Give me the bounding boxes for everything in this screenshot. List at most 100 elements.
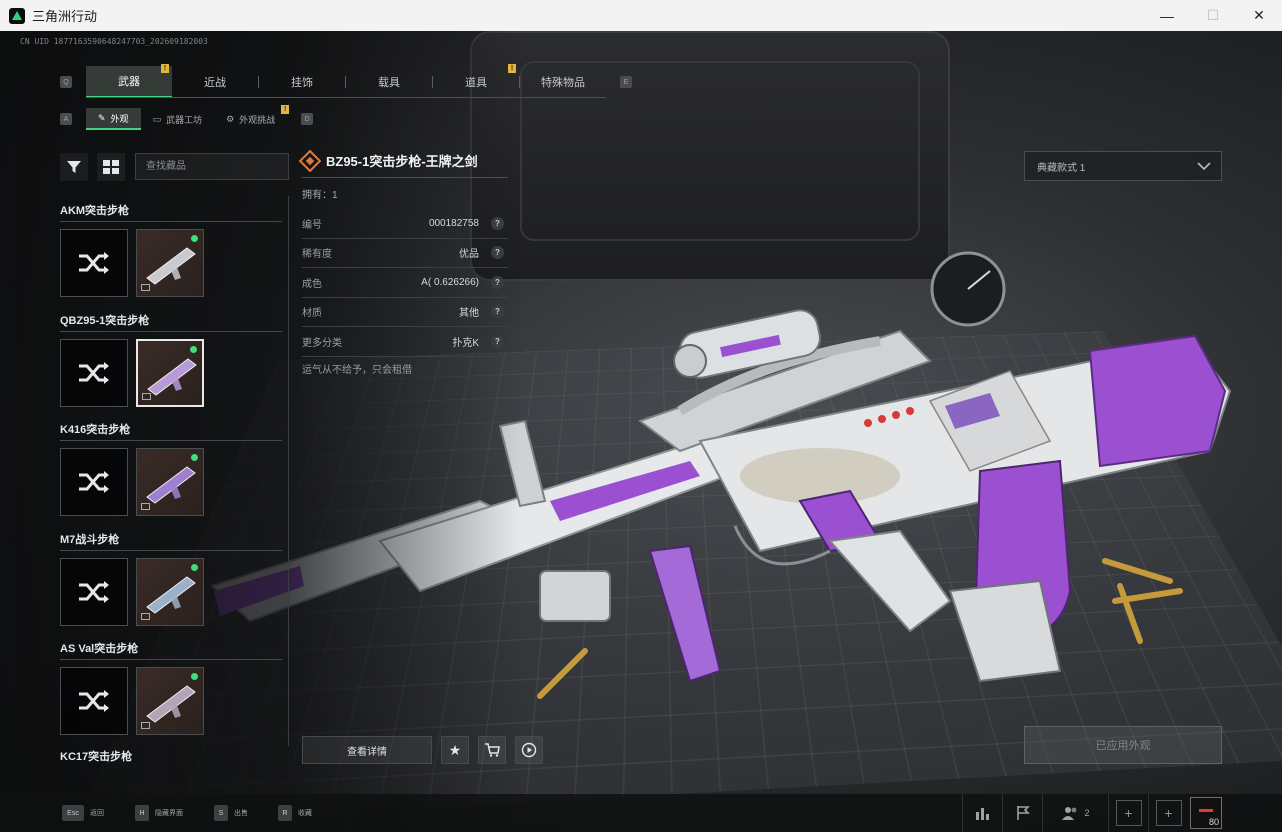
group-title: KC17突击步枪 [60,751,133,763]
help-icon[interactable]: ? [491,216,504,230]
group-title: QBZ95-1突击步枪 [60,314,150,327]
weapon-thumbnail [147,357,197,396]
random-skin-tile[interactable] [60,557,128,626]
level-bar [1199,809,1213,812]
player-level: 80 [1208,817,1219,827]
weapon-group: K416突击步枪 [60,418,282,528]
favorite-button[interactable]: ★ [441,736,469,764]
flavor-text: 运气从不给予，只会租借 [302,365,412,376]
tab-items[interactable]: 道具 ! [433,64,519,98]
skin-tile[interactable] [136,229,204,297]
close-button[interactable]: ✕ [1236,0,1282,31]
window-title: 三角洲行动 [32,9,98,24]
invite-slot-1[interactable]: + [1108,794,1148,832]
title-divider [302,177,508,178]
shuffle-icon [79,361,109,384]
chevron-down-icon [1197,162,1211,171]
help-icon[interactable]: ? [491,334,504,348]
layout-toggle-button[interactable] [97,153,125,181]
weapon-group: QBZ95-1突击步枪 [60,309,282,419]
group-title: AS Val突击步枪 [60,643,139,655]
hint-hide-ui[interactable]: H 隐藏界面 [135,805,183,821]
category-tabs: Q 武器 ! 近战 挂饰 载具 道具 ! 特殊物品 E [60,64,632,99]
random-skin-tile[interactable] [60,448,128,516]
equipped-indicator [190,345,197,353]
sub-tabs: A ✎ 外观 ▭ 武器工坊 ⚙ 外观挑战 ! D [60,105,314,131]
subtab-appearance[interactable]: ✎ 外观 [86,108,141,130]
view-details-button[interactable]: 查看详情 [302,736,432,764]
skin-tile[interactable] [136,557,204,626]
hint-sell[interactable]: S 出售 [214,805,248,821]
skin-tile[interactable] [136,667,204,735]
stats-button[interactable] [962,794,1002,832]
cart-icon [485,743,500,757]
tab-label: 挂饰 [291,77,313,89]
filter-button[interactable] [60,153,88,181]
skin-tile[interactable] [136,448,204,516]
tab-label: 道具 [465,77,487,89]
shuffle-icon [79,690,109,712]
play-icon [521,742,537,758]
weapon-list: AKM突击步枪 QBZ95-1突击步枪 K416突击步枪 M7战斗步枪 AS Val突击… [60,199,282,747]
hint-label: 收藏 [298,810,312,817]
help-icon[interactable]: ? [491,275,504,289]
style-dropdown[interactable]: 典藏款式 1 [1024,151,1222,181]
hint-back[interactable]: Esc 返回 [62,805,104,821]
tab-special-items[interactable]: 特殊物品 [520,66,606,98]
apply-appearance-button[interactable]: 已应用外观 [1024,726,1222,764]
group-divider [60,440,282,441]
owned-count: 拥有：1 [302,190,338,201]
preview-button[interactable] [515,736,543,764]
key-esc: Esc [62,805,84,821]
help-icon[interactable]: ? [491,305,504,319]
maximize-button[interactable]: ☐ [1190,0,1236,31]
tab-next-key[interactable]: E [620,76,632,88]
subtab-next-key[interactable]: D [301,113,314,125]
tab-prev-key[interactable]: Q [60,76,72,88]
filter-icon [67,161,81,173]
team-button[interactable]: 2 [1042,794,1108,832]
subtab-appearance-challenge[interactable]: ⚙ 外观挑战 ! [214,105,290,130]
random-skin-tile[interactable] [60,667,128,735]
subtab-prev-key[interactable]: A [60,113,72,125]
image-icon [141,284,150,291]
notification-badge: ! [281,105,290,114]
equipped-indicator [191,673,198,680]
team-count: 2 [1084,808,1090,818]
tabs-underline [86,97,606,98]
attribute-key: 成色 [302,278,322,290]
player-level-badge[interactable]: 80 [1190,797,1222,829]
equipped-indicator [191,454,198,461]
random-skin-tile[interactable] [60,229,128,297]
bottom-bar: Esc 返回 H 隐藏界面 S 出售 R 收藏 2 + + 80 [0,794,1282,832]
hint-collect[interactable]: R 收藏 [278,805,312,821]
tab-vehicles[interactable]: 载具 [346,66,432,98]
key-s: S [214,805,228,821]
tab-melee[interactable]: 近战 [172,66,258,98]
attribute-row: 编号 000182758? [302,209,508,239]
tab-weapons[interactable]: 武器 ! [86,64,172,98]
hint-label: 出售 [234,810,248,817]
search-input[interactable] [135,153,289,180]
subtab-weapon-workshop[interactable]: ▭ 武器工坊 [141,108,215,130]
grid-layout-icon [103,160,119,174]
shuffle-icon [79,471,109,493]
group-title: M7战斗步枪 [60,533,120,546]
flag-button[interactable] [1002,794,1042,832]
image-icon [142,392,151,400]
help-icon[interactable]: ? [491,246,504,260]
tab-charms[interactable]: 挂饰 [259,66,345,98]
hint-label: 返回 [90,810,104,817]
group-title: K416突击步枪 [60,424,131,436]
market-button[interactable] [478,736,506,764]
attribute-row: 更多分类 扑克K? [302,327,508,357]
random-skin-tile[interactable] [60,338,128,407]
equipped-indicator [191,563,198,571]
dropdown-value: 典藏款式 1 [1037,162,1086,174]
minimize-button[interactable]: — [1144,0,1190,31]
user-uid: CN UID 1877163590648247703_202609182003 [20,37,208,46]
weapon-thumbnail [146,575,196,614]
tab-label: 近战 [204,77,226,89]
skin-tile[interactable] [136,338,204,407]
invite-slot-2[interactable]: + [1148,794,1188,832]
